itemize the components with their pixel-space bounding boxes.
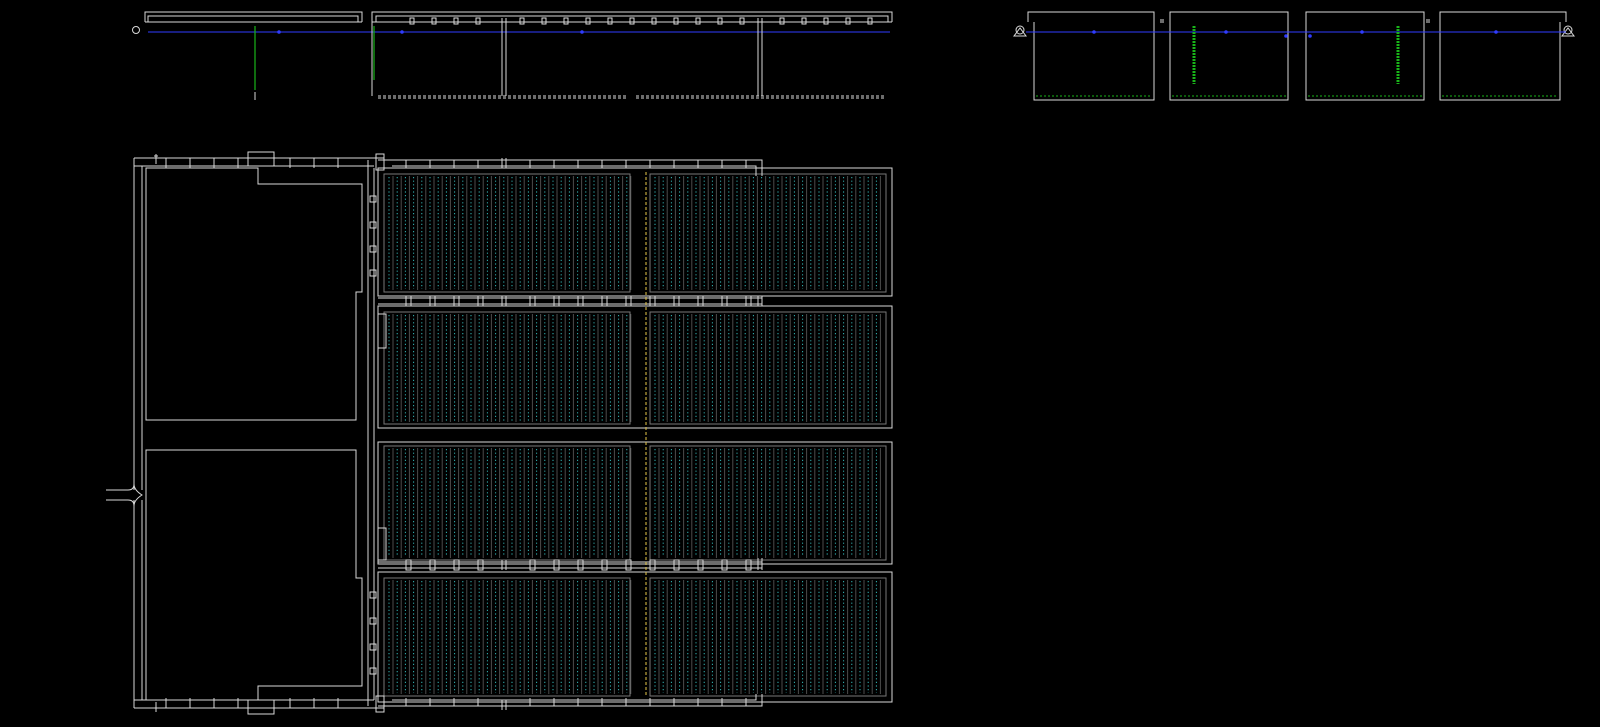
walkway-supports-left	[409, 17, 873, 25]
joint-marks-right	[1160, 19, 1430, 23]
diffuser-grid-frame	[383, 445, 631, 561]
walkway-support	[717, 17, 723, 25]
wall-port	[369, 643, 377, 651]
diffuser-line-left	[378, 95, 886, 99]
feed-pipes-mid	[378, 158, 763, 710]
drawing-svg	[106, 11, 1575, 715]
cad-drawing-canvas[interactable]	[0, 0, 1600, 727]
walkway-support	[823, 17, 829, 25]
pump-symbol-left	[1013, 25, 1027, 37]
divider-wall-ports	[369, 195, 377, 675]
walkway-support	[867, 17, 873, 25]
anoxic-tank-lower	[145, 449, 363, 701]
wall-port	[369, 195, 377, 203]
section-elevation-left	[132, 11, 893, 100]
walkway-support	[409, 17, 415, 25]
plan-view	[106, 151, 893, 715]
walkway-support	[563, 17, 569, 25]
walkway-support	[453, 17, 459, 25]
diffuser-grid-frame	[649, 311, 887, 425]
cell-inlet-notches	[378, 313, 387, 561]
diffuser-grid-frame	[649, 577, 887, 697]
wall-port	[369, 617, 377, 625]
header-supports	[165, 158, 339, 708]
walkway-support	[585, 17, 591, 25]
walkway-support	[739, 17, 745, 25]
walkway-support	[651, 17, 657, 25]
diffuser-grid-frame	[383, 173, 631, 293]
diffuser-grid-frame	[383, 577, 631, 697]
diffuser-grid-frame	[383, 311, 631, 425]
wall-port	[369, 245, 377, 253]
distribution-header	[106, 157, 384, 709]
wall-port	[369, 221, 377, 229]
valve-symbol	[132, 26, 140, 34]
section-elevation-right	[1013, 11, 1575, 101]
wall-port	[369, 269, 377, 277]
feed-pipe-supports	[405, 160, 752, 706]
walkway-support	[607, 17, 613, 25]
drop-pipes-right	[1192, 26, 1400, 84]
walkway-support	[801, 17, 807, 25]
wall-port	[369, 591, 377, 599]
plan-markers	[154, 154, 158, 712]
walkway-outline-right	[1027, 11, 1567, 101]
walkway-support	[541, 17, 547, 25]
header-flanges	[247, 151, 385, 715]
walkway-support	[845, 17, 851, 25]
diffuser-grid-frame	[649, 173, 887, 293]
anoxic-tank-upper	[145, 167, 363, 421]
walkway-support	[695, 17, 701, 25]
walkway-support	[431, 17, 437, 25]
drop-pipes-left	[254, 26, 375, 90]
risers-left	[371, 18, 763, 96]
walkway-support	[475, 17, 481, 25]
diffuser-grid-frame	[649, 445, 887, 561]
pump-symbol-right	[1561, 25, 1575, 37]
diffuser-grids	[383, 173, 887, 697]
wall-port	[369, 667, 377, 675]
walkway-support	[673, 17, 679, 25]
walkway-support	[779, 17, 785, 25]
walkway-support	[629, 17, 635, 25]
walkway-support	[519, 17, 525, 25]
air-main-fittings-right	[1092, 30, 1498, 38]
